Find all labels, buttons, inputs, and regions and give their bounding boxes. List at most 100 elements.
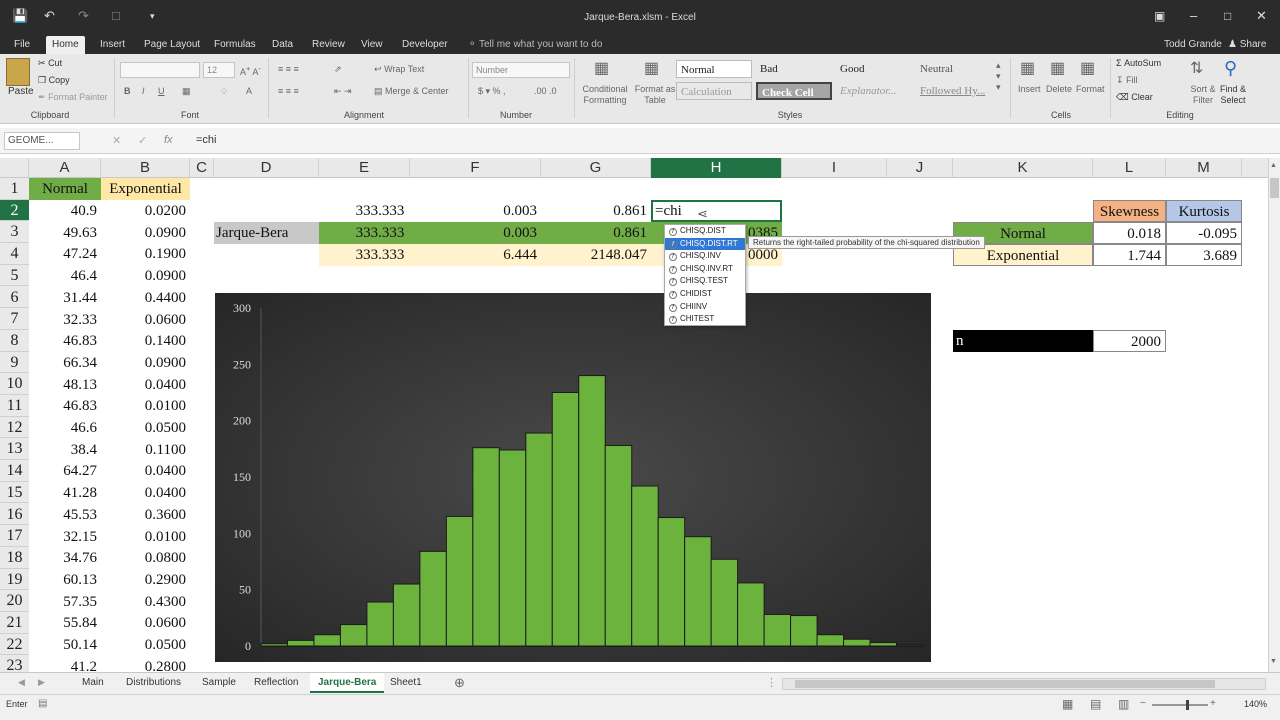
cell-a4[interactable]: 47.24 [29, 243, 101, 265]
histogram-bar[interactable] [392, 583, 421, 647]
insert-function-icon[interactable]: fx [164, 134, 173, 146]
tab-file[interactable]: File [8, 36, 36, 54]
fill-button[interactable]: ↧ Fill [1116, 75, 1138, 86]
number-format-box[interactable]: Number [472, 62, 570, 78]
histogram-bar[interactable] [869, 642, 898, 647]
page-break-view-icon[interactable]: ▥ [1118, 697, 1129, 711]
row-header-21[interactable]: 21 [0, 612, 29, 634]
cell-a22[interactable]: 50.14 [29, 634, 101, 656]
wrap-text-button[interactable]: ↩ Wrap Text [374, 64, 424, 75]
select-all-corner[interactable] [0, 158, 29, 178]
cell-f4[interactable]: 6.444 [441, 244, 541, 266]
borders-icon[interactable]: ▦ [182, 86, 191, 97]
col-header-j[interactable]: J [887, 158, 953, 178]
cell-b8[interactable]: 0.1400 [101, 330, 190, 352]
row-header-6[interactable]: 6 [0, 287, 29, 309]
col-header-g[interactable]: G [541, 158, 651, 178]
cell-a13[interactable]: 38.4 [29, 439, 101, 461]
minimize-button[interactable]: – [1190, 8, 1197, 24]
cell-m3[interactable]: -0.095 [1166, 222, 1242, 244]
histogram-bar[interactable] [445, 515, 474, 647]
zoom-slider[interactable] [1152, 704, 1208, 706]
fill-color-icon[interactable]: ♢ [220, 86, 228, 97]
style-calculation[interactable]: Calculation [676, 82, 752, 100]
cut-button[interactable]: ✂ Cut [38, 58, 62, 69]
align-left-icon[interactable]: ≡ ≡ ≡ [278, 86, 299, 96]
row-header-16[interactable]: 16 [0, 504, 29, 526]
normal-view-icon[interactable]: ▦ [1062, 697, 1073, 711]
cell-a15[interactable]: 41.28 [29, 482, 101, 504]
autocomplete-item[interactable]: f CHISQ.DIST.RT [665, 237, 745, 251]
histogram-bar[interactable] [260, 643, 288, 647]
cell-a17[interactable]: 32.15 [29, 526, 101, 548]
cell-f2[interactable]: 0.003 [441, 200, 541, 222]
h-scroll-thumb[interactable] [795, 680, 1215, 688]
col-header-a[interactable]: A [29, 158, 101, 178]
cell-b18[interactable]: 0.0800 [101, 547, 190, 569]
tab-split-icon[interactable]: ⋮ [766, 676, 777, 689]
row-header-1[interactable]: 1 [0, 178, 29, 200]
histogram-bar[interactable] [790, 615, 818, 647]
sheet-tab-jarque-bera[interactable]: Jarque-Bera [310, 673, 385, 693]
tab-view[interactable]: View [355, 36, 389, 54]
autosum-button[interactable]: Σ AutoSum [1116, 58, 1161, 68]
cell-a12[interactable]: 46.6 [29, 417, 101, 439]
bold-button[interactable]: B [124, 86, 131, 96]
sheet-tab-reflection[interactable]: Reflection [246, 673, 306, 693]
vertical-scrollbar[interactable]: ▲ ▼ [1268, 158, 1280, 672]
ribbon-display-icon[interactable]: ▣ [1154, 8, 1165, 24]
cell-l4[interactable]: 1.744 [1093, 244, 1166, 266]
histogram-bar[interactable] [313, 634, 341, 647]
row-header-5[interactable]: 5 [0, 265, 29, 287]
autocomplete-item[interactable]: f CHITEST [665, 313, 745, 326]
cell-b22[interactable]: 0.0500 [101, 634, 190, 656]
font-size-buttons[interactable]: A+ A- [240, 64, 261, 77]
zoom-in-icon[interactable]: + [1210, 698, 1216, 709]
find-select-button[interactable]: Find & Select [1216, 84, 1250, 106]
conditional-formatting-button[interactable]: Conditional Formatting [578, 84, 632, 106]
cell-a10[interactable]: 48.13 [29, 374, 101, 396]
cell-a3[interactable]: 49.63 [29, 222, 101, 244]
horizontal-scrollbar[interactable] [782, 678, 1266, 690]
cell-a14[interactable]: 64.27 [29, 460, 101, 482]
indent-icon[interactable]: ⇤ ⇥ [334, 86, 352, 97]
cell-b11[interactable]: 0.0100 [101, 395, 190, 417]
cell-g3[interactable]: 0.861 [541, 222, 651, 244]
tell-me-box[interactable]: ⚬ Tell me what you want to do [462, 36, 608, 54]
histogram-bar[interactable] [551, 392, 580, 647]
cell-a19[interactable]: 60.13 [29, 569, 101, 591]
cell-b15[interactable]: 0.0400 [101, 482, 190, 504]
col-header-d[interactable]: D [214, 158, 319, 178]
zoom-level[interactable]: 140% [1244, 699, 1267, 709]
histogram-bar[interactable] [737, 582, 765, 647]
cell-e2[interactable]: 333.333 [319, 200, 441, 222]
style-normal[interactable]: Normal [676, 60, 752, 78]
row-header-2[interactable]: 2 [0, 199, 29, 222]
cell-a8[interactable]: 46.83 [29, 330, 101, 352]
row-header-3[interactable]: 3 [0, 221, 29, 244]
style-good[interactable]: Good [836, 60, 912, 78]
insert-cells-button[interactable]: Insert [1018, 84, 1041, 94]
autocomplete-item[interactable]: f CHISQ.INV [665, 250, 745, 263]
col-header-f[interactable]: F [410, 158, 541, 178]
font-size-box[interactable]: 12 [203, 62, 235, 78]
scroll-thumb[interactable] [1270, 178, 1279, 198]
cell-l8[interactable]: 2000 [1093, 330, 1166, 352]
cell-e3[interactable]: 333.333 [319, 222, 441, 244]
formula-input[interactable]: =chi [196, 134, 217, 146]
user-name[interactable]: Todd Grande [1158, 36, 1228, 54]
histogram-bar[interactable] [472, 447, 500, 647]
cell-b20[interactable]: 0.4300 [101, 591, 190, 613]
col-header-i[interactable]: I [782, 158, 887, 178]
add-sheet-icon[interactable]: ⊕ [454, 675, 465, 691]
histogram-bar[interactable] [419, 550, 447, 647]
cell-a7[interactable]: 32.33 [29, 309, 101, 331]
next-sheet-icon[interactable]: ▶ [38, 677, 45, 688]
currency-icon[interactable]: $ ▾ % , [478, 86, 506, 97]
col-header-c[interactable]: C [190, 158, 214, 178]
row-header-10[interactable]: 10 [0, 373, 29, 395]
cell-a18[interactable]: 34.76 [29, 547, 101, 569]
cell-l2[interactable]: Skewness [1093, 200, 1166, 222]
cell-f3[interactable]: 0.003 [441, 222, 541, 244]
cell-b21[interactable]: 0.0600 [101, 612, 190, 634]
